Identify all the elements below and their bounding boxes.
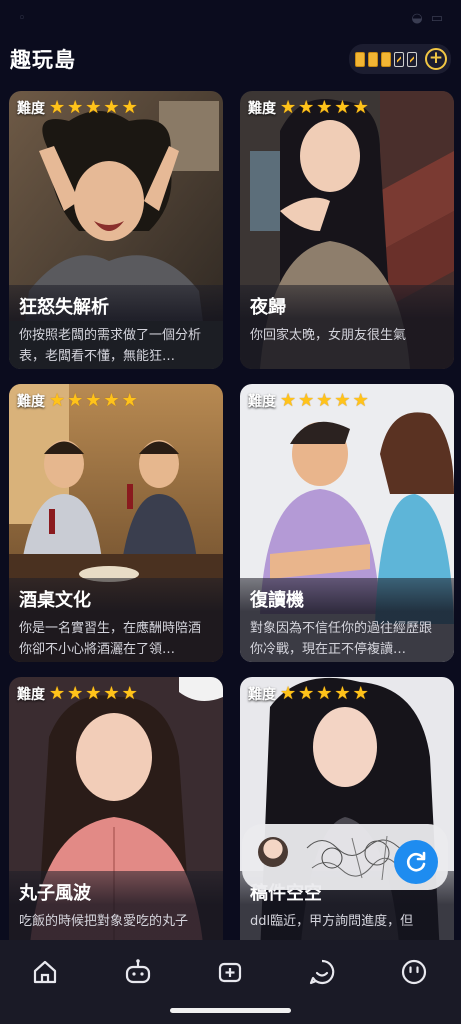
energy-meter[interactable]: + [349,44,451,74]
scenario-card[interactable]: 難度 ★ ★ ★ ★ ★ 丸子風波 吃飯的時候把對象愛吃的丸子 [9,677,223,955]
plus-circle-icon[interactable]: + [425,48,447,70]
scenario-card[interactable]: 難度 ★ ★ ★ ★ ★ 稿件空空 ddl臨近，甲方詢問進度，但 [240,677,454,955]
star-icon: ★ [298,683,315,704]
card-description: 你回家太晚，女朋友很生氣 [250,328,407,343]
floating-assistant-widget[interactable] [242,824,448,890]
scenario-card[interactable]: 難度 ★ ★ ★ ★ ★ 夜歸 你回家太晚，女朋友很生氣 [240,91,454,369]
clock-icon: ◦ [18,10,26,26]
nav-profile[interactable] [396,954,432,990]
star-icon: ★ [49,390,66,411]
star-icon: ★ [352,683,369,704]
star-icon: ★ [280,390,297,411]
star-icon: ★ [352,390,369,411]
star-icon: ★ [85,390,102,411]
card-title: 丸子風波 [19,883,91,904]
home-indicator[interactable] [170,1008,291,1013]
card-info: 夜歸 你回家太晚，女朋友很生氣 [240,285,454,369]
gamepad-icon [125,959,151,984]
energy-cell-charging [407,51,417,67]
difficulty-rating: 難度 ★ ★ ★ ★ ★ [248,97,369,118]
refresh-icon [406,851,426,872]
wifi-icon: ◒ [411,10,423,26]
card-info: 酒桌文化 你是一名實習生，在應酬時陪酒你卻不小心將酒灑在了領… [9,578,223,662]
app-title: 趣玩島 [10,48,76,72]
card-title: 復讀機 [250,590,304,611]
star-icon: ★ [49,97,66,118]
scenario-card[interactable]: 難度 ★ ★ ★ ★ ★ 狂怒失解析 你按照老闆的需求做了一個分析表，老闆看不懂，無能狂… [9,91,223,369]
star-icon: ★ [280,97,297,118]
nav-create[interactable] [212,954,248,990]
star-icon: ★ [121,97,138,118]
star-icon: ★ [316,390,333,411]
difficulty-rating: 難度 ★ ★ ★ ★ ★ [17,683,138,704]
star-icon: ★ [352,97,369,118]
energy-cell [381,51,391,67]
energy-cell [368,51,378,67]
scenario-card[interactable]: 難度 ★ ★ ★ ★ ★ 復讀機 對象因為不信任你的過往經歷跟你冷戰，現在正不停複讀… [240,384,454,662]
header: 趣玩島 + [0,36,461,82]
nav-game[interactable] [120,954,156,990]
card-title: 夜歸 [250,297,286,318]
star-icon: ★ [85,683,102,704]
star-icon: ★ [67,683,84,704]
star-icon: ★ [103,390,120,411]
star-icon: ★ [334,683,351,704]
difficulty-rating: 難度 ★ ★ ★ ★ ★ [248,683,369,704]
battery-icon: ▭ [430,10,443,26]
scenario-card[interactable]: 難度 ★ ★ ★ ★ ★ 酒桌文化 你是一名實習生，在應酬時陪酒你卻不小心將酒灑在了領… [9,384,223,662]
star-icon: ★ [67,97,84,118]
star-icon: ★ [67,390,84,411]
star-icon: ★ [334,97,351,118]
star-icon: ★ [49,683,66,704]
energy-cell-charging [394,51,404,67]
add-square-icon [218,962,242,983]
star-icon: ★ [298,390,315,411]
star-icon: ★ [121,683,138,704]
status-bar: ◦ ◒ ▭ [0,0,461,36]
difficulty-rating: 難度 ★ ★ ★ ★ ★ [248,390,369,411]
star-icon: ★ [103,97,120,118]
star-icon: ★ [298,97,315,118]
card-description: 你是一名實習生，在應酬時陪酒你卻不小心將酒灑在了領… [19,621,202,657]
avatar[interactable] [258,837,288,867]
smiley-face-icon [401,959,427,985]
home-icon [33,960,57,984]
star-icon: ★ [121,390,138,411]
difficulty-rating: 難度 ★ ★ ★ ★ ★ [17,97,138,118]
card-description: 對象因為不信任你的過往經歷跟你冷戰，現在正不停複讀… [250,621,433,657]
nav-home[interactable] [27,954,63,990]
card-info: 復讀機 對象因為不信任你的過往經歷跟你冷戰，現在正不停複讀… [240,578,454,662]
difficulty-rating: 難度 ★ ★ ★ ★ ★ [17,390,138,411]
star-icon: ★ [85,97,102,118]
card-title: 酒桌文化 [19,590,91,611]
card-description: 你按照老闆的需求做了一個分析表，老闆看不懂，無能狂… [19,328,202,364]
star-icon: ★ [316,683,333,704]
chat-bubble-icon [309,959,335,985]
energy-cell [355,51,365,67]
star-icon: ★ [103,683,120,704]
star-icon: ★ [334,390,351,411]
refresh-button[interactable] [394,840,438,884]
star-icon: ★ [280,683,297,704]
nav-chat[interactable] [304,954,340,990]
card-info: 狂怒失解析 你按照老闆的需求做了一個分析表，老闆看不懂，無能狂… [9,285,223,369]
card-title: 狂怒失解析 [19,297,109,318]
star-icon: ★ [316,97,333,118]
